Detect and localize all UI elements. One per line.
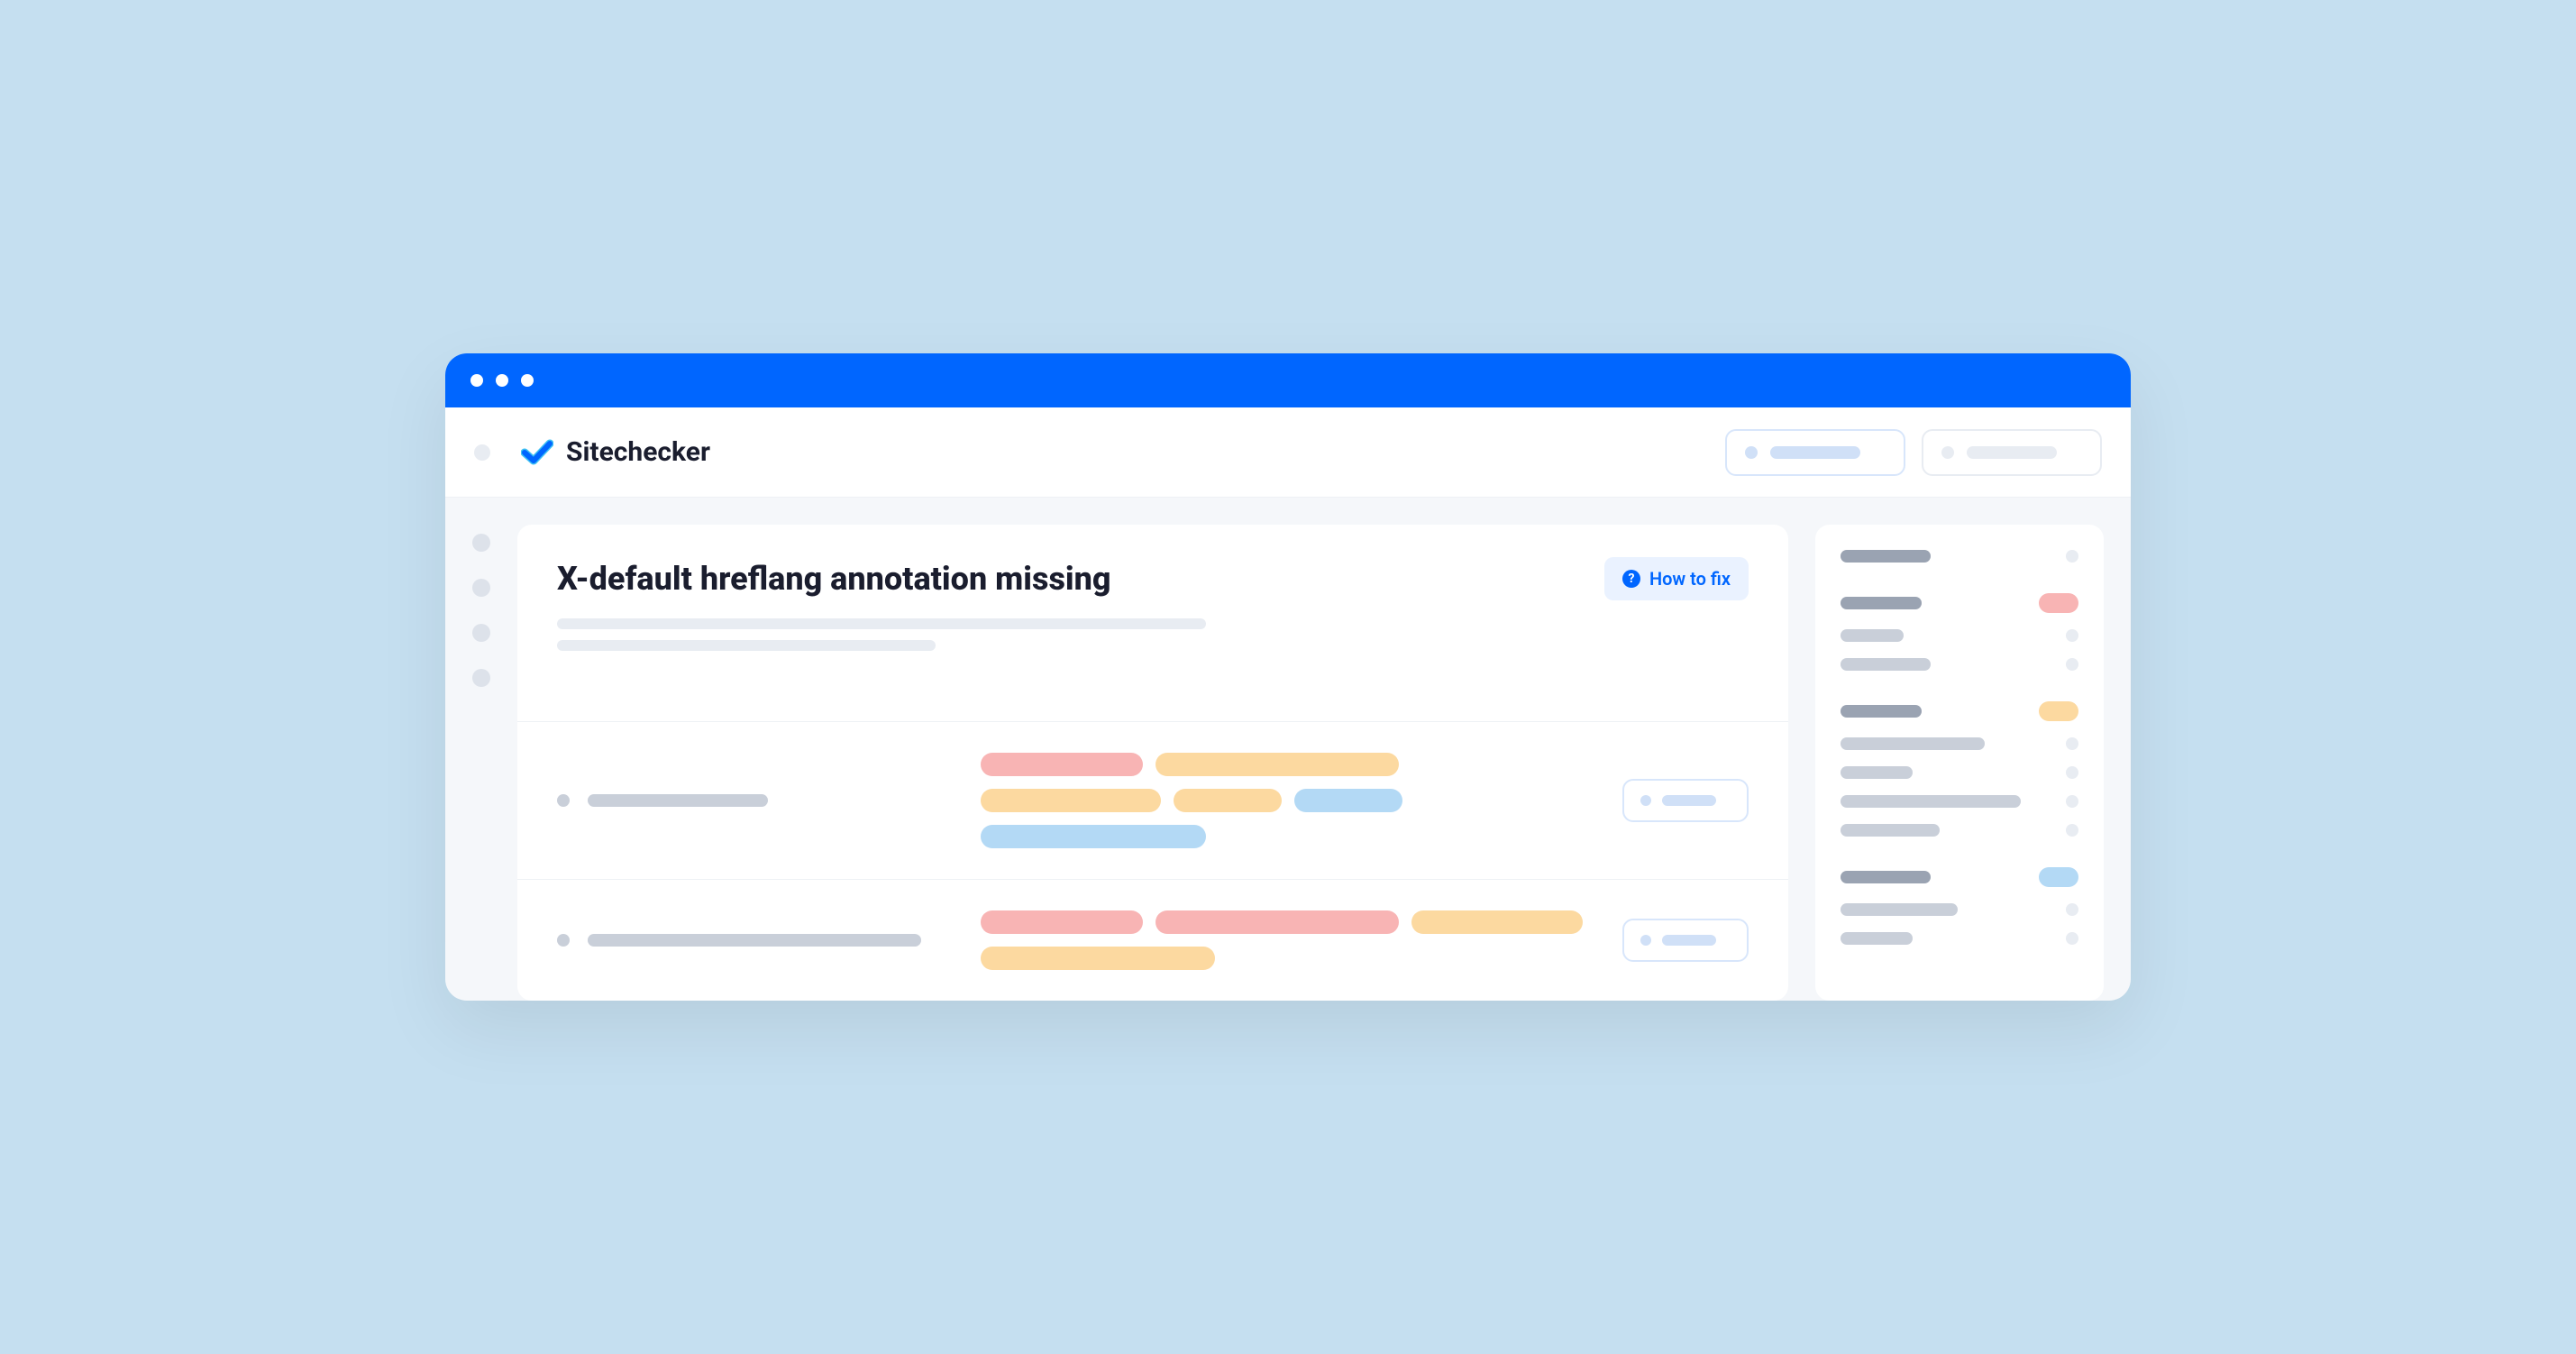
table-row xyxy=(517,721,1788,879)
table-row xyxy=(517,879,1788,1001)
tag[interactable] xyxy=(981,753,1143,776)
section-heading xyxy=(1841,705,1922,718)
minimize-window-icon[interactable] xyxy=(496,374,508,387)
tag[interactable] xyxy=(1156,753,1399,776)
panel-section xyxy=(1841,593,2078,671)
list-item[interactable] xyxy=(1841,824,1940,837)
row-label xyxy=(588,794,768,807)
row-bullet-icon xyxy=(557,794,570,807)
panel-section xyxy=(1841,867,2078,945)
header-action-primary[interactable] xyxy=(1725,429,1905,476)
table-header xyxy=(517,676,1788,721)
close-window-icon[interactable] xyxy=(470,374,483,387)
status-dot xyxy=(2066,932,2078,945)
menu-icon[interactable] xyxy=(474,444,490,461)
status-badge xyxy=(2039,701,2078,721)
traffic-lights xyxy=(470,374,534,387)
sidebar-item[interactable] xyxy=(472,669,490,687)
status-dot xyxy=(2066,824,2078,837)
status-dot xyxy=(2066,795,2078,808)
sidebar-item[interactable] xyxy=(472,624,490,642)
tag[interactable] xyxy=(981,910,1143,934)
tag[interactable] xyxy=(1156,910,1399,934)
row-tags xyxy=(981,910,1586,970)
maximize-window-icon[interactable] xyxy=(521,374,534,387)
list-item[interactable] xyxy=(1841,629,1904,642)
section-heading xyxy=(1841,597,1922,609)
tag[interactable] xyxy=(981,947,1215,970)
panel-section xyxy=(1841,701,2078,837)
status-dot xyxy=(2066,766,2078,779)
help-icon: ? xyxy=(1622,570,1640,588)
panel-section xyxy=(1841,550,2078,563)
main-content: X-default hreflang annotation missing ? … xyxy=(517,498,2131,1001)
issue-card: X-default hreflang annotation missing ? … xyxy=(517,525,1788,1001)
right-panel xyxy=(1815,525,2104,1001)
status-dot xyxy=(2066,629,2078,642)
tag[interactable] xyxy=(1411,910,1583,934)
titlebar xyxy=(445,353,2131,407)
status-badge xyxy=(2039,867,2078,887)
card-header: X-default hreflang annotation missing ? … xyxy=(517,525,1788,676)
body-area: X-default hreflang annotation missing ? … xyxy=(445,498,2131,1001)
app-header: Sitechecker xyxy=(445,407,2131,498)
how-to-fix-label: How to fix xyxy=(1649,568,1731,590)
list-item[interactable] xyxy=(1841,903,1958,916)
tag[interactable] xyxy=(1294,789,1402,812)
status-dot xyxy=(2066,550,2078,563)
section-heading xyxy=(1841,550,1931,563)
row-label xyxy=(588,934,921,947)
tag[interactable] xyxy=(1174,789,1282,812)
brand-name: Sitechecker xyxy=(566,436,710,468)
row-action-button[interactable] xyxy=(1622,779,1749,822)
page-title: X-default hreflang annotation missing xyxy=(557,560,1111,598)
status-badge xyxy=(2039,593,2078,613)
checkmark-icon xyxy=(521,436,553,469)
row-tags xyxy=(981,753,1586,848)
status-dot xyxy=(2066,903,2078,916)
list-item[interactable] xyxy=(1841,658,1931,671)
how-to-fix-button[interactable]: ? How to fix xyxy=(1604,557,1749,600)
tag[interactable] xyxy=(981,825,1206,848)
row-action-button[interactable] xyxy=(1622,919,1749,962)
list-item[interactable] xyxy=(1841,737,1985,750)
list-item[interactable] xyxy=(1841,932,1913,945)
status-dot xyxy=(2066,658,2078,671)
center-panel: X-default hreflang annotation missing ? … xyxy=(517,525,1788,1001)
status-dot xyxy=(2066,737,2078,750)
row-bullet-icon xyxy=(557,934,570,947)
list-item[interactable] xyxy=(1841,766,1913,779)
header-action-secondary[interactable] xyxy=(1922,429,2102,476)
list-item[interactable] xyxy=(1841,795,2021,808)
sidebar xyxy=(445,498,517,1001)
brand-logo[interactable]: Sitechecker xyxy=(521,436,710,469)
browser-window: Sitechecker X-default hreflang annotatio… xyxy=(445,353,2131,1001)
section-heading xyxy=(1841,871,1931,883)
tag[interactable] xyxy=(981,789,1161,812)
sidebar-item[interactable] xyxy=(472,579,490,597)
sidebar-item[interactable] xyxy=(472,534,490,552)
description-placeholder xyxy=(557,618,1749,651)
